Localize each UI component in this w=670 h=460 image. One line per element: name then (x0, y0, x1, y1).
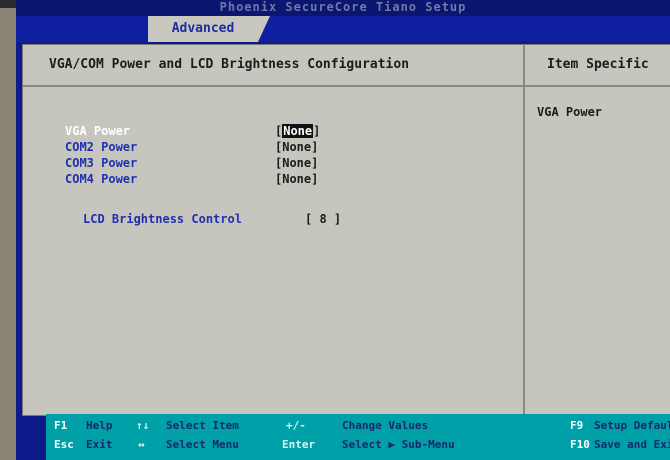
tab-advanced-edge (258, 16, 270, 42)
help-text: VGA Power (537, 105, 603, 119)
tab-bar (16, 16, 670, 42)
page-title: VGA/COM Power and LCD Brightness Configu… (23, 45, 523, 87)
main-panel: VGA/COM Power and LCD Brightness Configu… (22, 44, 670, 416)
settings-pane: VGA/COM Power and LCD Brightness Configu… (23, 45, 523, 415)
menu-item-value[interactable]: [None] (275, 123, 320, 139)
menu-item-value[interactable]: [None] (275, 155, 318, 171)
bios-screen: Phoenix SecureCore Tiano Setup Advanced … (16, 0, 670, 460)
menu-item-value[interactable]: [None] (275, 139, 318, 155)
value-bracket-close: ] (313, 124, 321, 138)
menu-item-com4-power[interactable]: COM4 Power [None] (65, 171, 318, 187)
menu-item-label: COM3 Power (65, 156, 138, 170)
key-sub-menu-desc: Select ▶ Sub-Menu (342, 438, 455, 451)
menu-item-label: VGA Power (65, 124, 131, 138)
menu-item-label: LCD Brightness Control (83, 212, 242, 226)
menu-item-label: COM4 Power (65, 172, 138, 186)
key-plus-minus: +/- (286, 419, 306, 432)
key-f10: F10 (570, 438, 590, 451)
help-pane-title: Item Specific (525, 45, 670, 87)
help-pane: Item Specific VGA Power (523, 45, 670, 415)
menu-item-value[interactable]: [None] (275, 171, 318, 187)
menu-item-vga-power[interactable]: VGA Power [None] (65, 123, 320, 139)
key-legend-footer: F1 Help ↑↓ Select Item +/- Change Values… (46, 414, 670, 460)
key-change-values-desc: Change Values (342, 419, 429, 432)
menu-item-value[interactable]: [ 8 ] (305, 211, 341, 227)
key-select-item-desc: Select Item (166, 419, 239, 432)
arrow-up-down-icon: ↑↓ (136, 419, 150, 432)
key-enter: Enter (282, 438, 316, 451)
key-f1: F1 (54, 419, 68, 432)
monitor-bezel (0, 0, 16, 460)
key-f9: F9 (570, 419, 584, 432)
menu-item-com3-power[interactable]: COM3 Power [None] (65, 155, 318, 171)
key-f9-desc: Setup Defaul (594, 419, 670, 432)
selected-value-highlight: None (282, 124, 314, 138)
tab-advanced[interactable]: Advanced (148, 16, 258, 42)
menu-item-label: COM2 Power (65, 140, 138, 154)
key-f1-desc: Help (86, 419, 113, 432)
key-esc: Esc (54, 438, 74, 451)
menu-item-lcd-brightness[interactable]: LCD Brightness Control [ 8 ] (83, 211, 341, 227)
key-esc-desc: Exit (86, 438, 113, 451)
arrow-left-right-icon: ↔ (138, 438, 145, 451)
key-f10-desc: Save and Exi (594, 438, 670, 451)
key-select-menu-desc: Select Menu (166, 438, 239, 451)
window-title: Phoenix SecureCore Tiano Setup (16, 0, 670, 16)
menu-item-com2-power[interactable]: COM2 Power [None] (65, 139, 318, 155)
